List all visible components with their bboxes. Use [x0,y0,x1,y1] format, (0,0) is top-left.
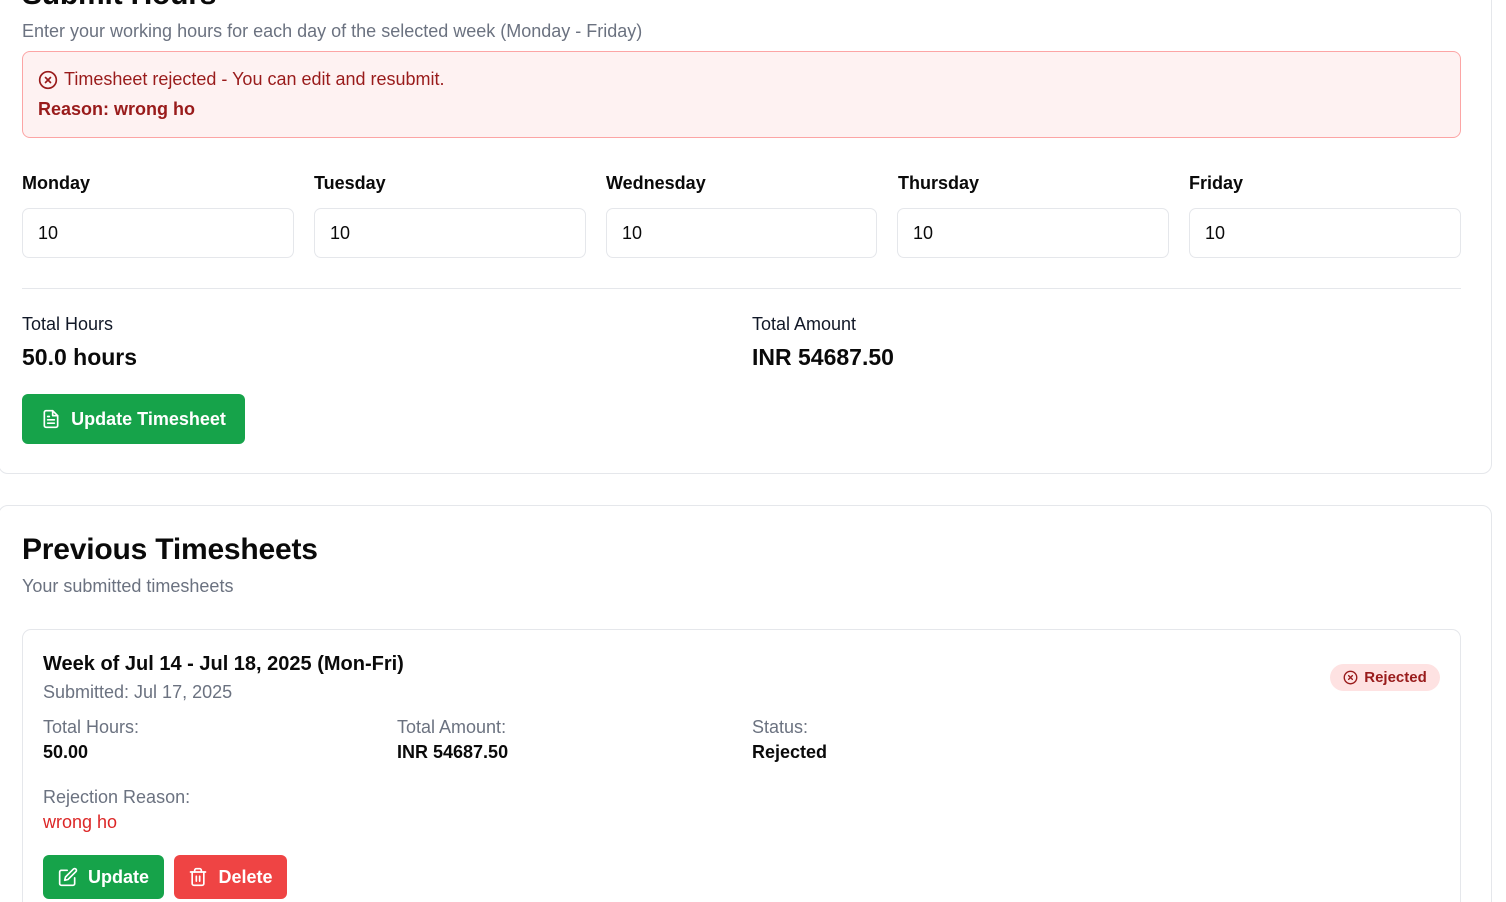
previous-timesheets-subtitle: Your submitted timesheets [22,576,234,596]
update-entry-label: Update [87,866,149,887]
rejection-alert: Timesheet rejected - You can edit and re… [22,51,1461,138]
thursday-label: Thursday [898,173,980,193]
total-hours-value: 50.0 hours [22,344,138,370]
friday-label: Friday [1189,173,1244,193]
total-amount-label: Total Amount [752,314,857,334]
rejection-reason-value: wrong ho [43,812,118,832]
timesheet-submitted-date: Submitted: Jul 17, 2025 [43,682,233,702]
friday-hours-input[interactable] [1189,208,1461,258]
entry-total-hours-value: 50.00 [43,742,89,762]
tuesday-label: Tuesday [314,173,386,193]
delete-entry-label: Delete [218,866,273,887]
wednesday-hours-input[interactable] [606,208,877,258]
entry-total-amount-value: INR 54687.50 [397,742,509,762]
tuesday-hours-input[interactable] [314,208,586,258]
submit-hours-title: Submit Hours [22,0,216,12]
entry-status-value: Rejected [752,742,828,762]
file-text-icon [41,409,61,429]
wednesday-label: Wednesday [606,173,706,193]
timesheet-week: Week of Jul 14 - Jul 18, 2025 (Mon-Fri) [43,653,404,675]
rejection-reason-label: Rejection Reason: [43,787,191,807]
x-circle-icon [1343,670,1358,685]
monday-hours-input[interactable] [22,208,294,258]
previous-timesheets-title: Previous Timesheets [22,533,318,566]
thursday-hours-input[interactable] [897,208,1169,258]
alert-message: Timesheet rejected - You can edit and re… [64,69,445,89]
entry-total-amount-label: Total Amount: [397,717,507,737]
entry-total-hours-label: Total Hours: [43,717,140,737]
status-badge-label: Rejected [1364,669,1427,686]
monday-label: Monday [22,173,91,193]
status-badge: Rejected [1330,664,1440,691]
x-circle-icon [38,70,58,90]
update-timesheet-button[interactable]: Update Timesheet [22,394,245,444]
update-entry-button[interactable]: Update [43,855,164,899]
total-amount-value: INR 54687.50 [752,344,894,370]
edit-icon [58,867,78,887]
scrollbar[interactable] [1492,0,1506,902]
total-hours-label: Total Hours [22,314,114,334]
trash-icon [188,867,208,887]
divider [22,288,1461,289]
delete-entry-button[interactable]: Delete [174,855,287,899]
submit-hours-subtitle: Enter your working hours for each day of… [22,21,643,41]
alert-reason: Reason: wrong ho [38,99,195,119]
entry-status-label: Status: [752,717,809,737]
update-timesheet-label: Update Timesheet [71,408,226,429]
